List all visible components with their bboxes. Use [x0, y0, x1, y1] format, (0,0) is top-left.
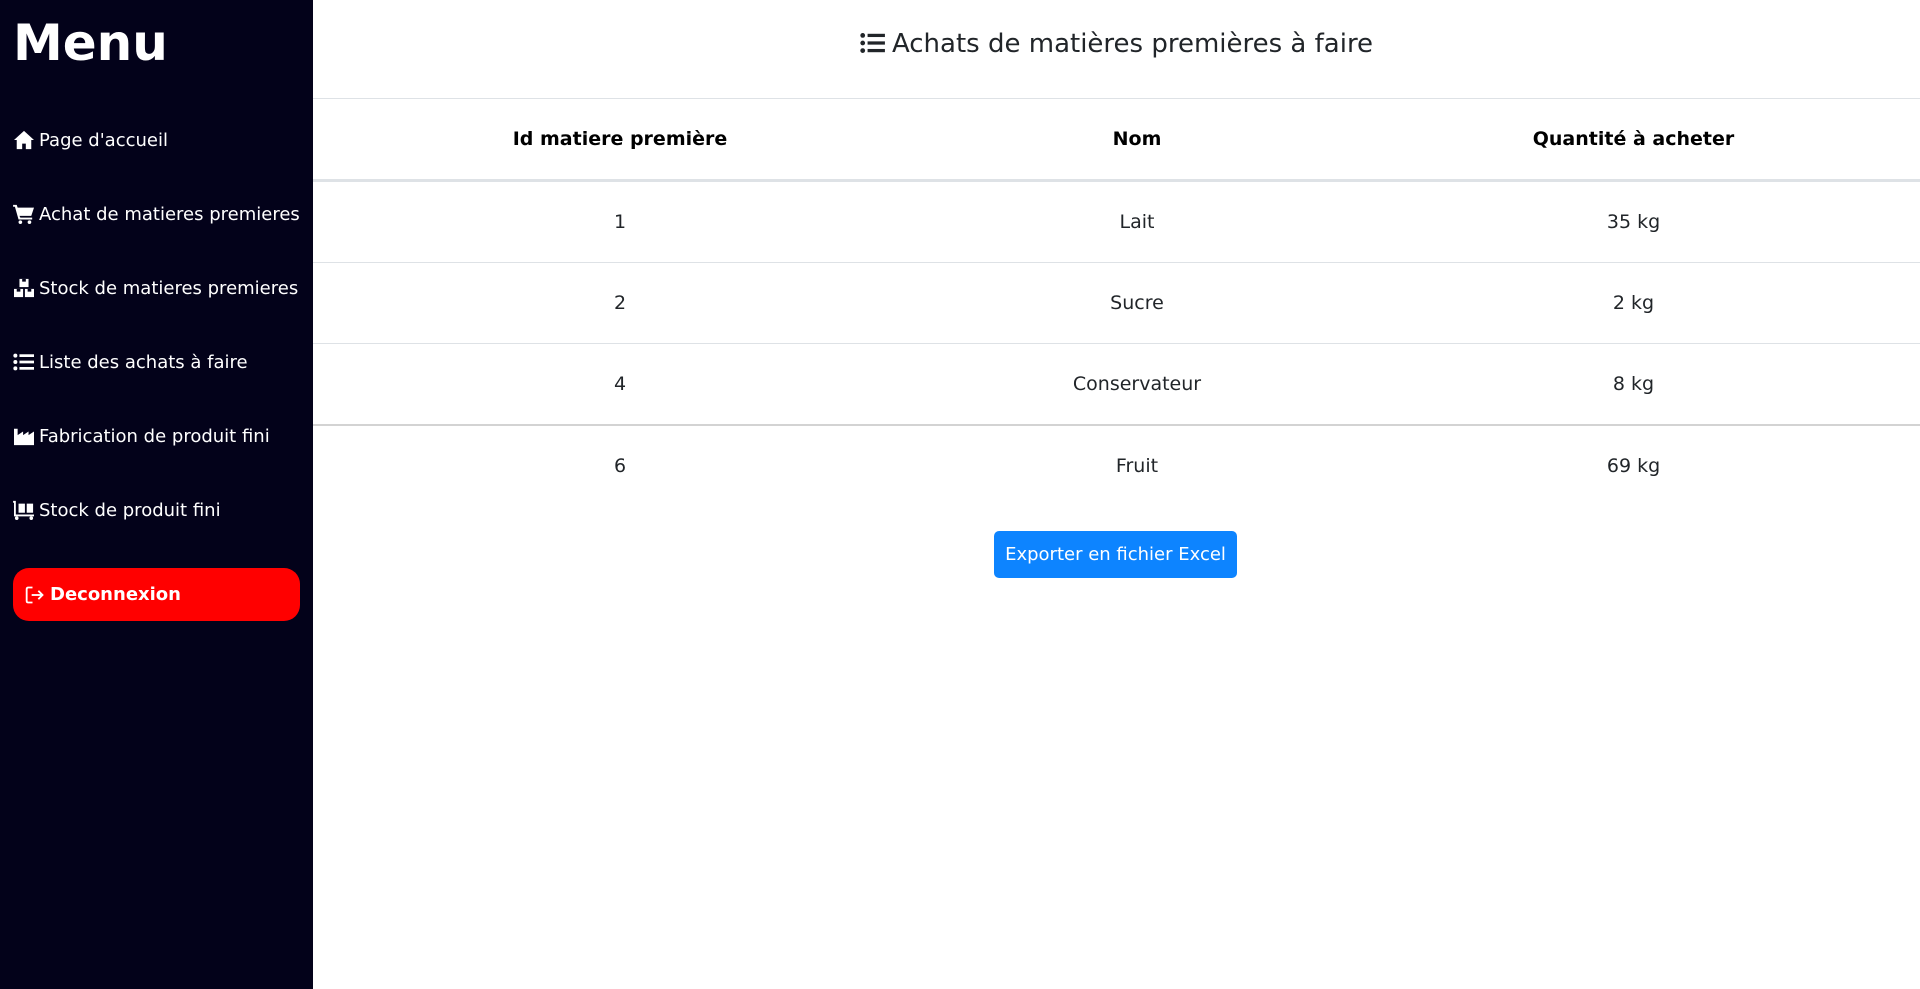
sidebar-title: Menu [13, 14, 168, 72]
sidebar-item-label: Liste des achats à faire [39, 351, 248, 373]
sidebar-item-stock-mp[interactable]: Stock de matieres premieres [13, 273, 298, 303]
cell-nom: Fruit [1115, 455, 1159, 477]
home-icon [14, 130, 34, 150]
industry-icon [14, 428, 34, 446]
page-title: Achats de matières premières à faire [313, 24, 1920, 64]
sidebar-item-label: Achat de matieres premieres [39, 203, 300, 225]
sidebar-item-liste-achats[interactable]: Liste des achats à faire [13, 347, 248, 377]
column-header-nom: Nom [927, 99, 1347, 182]
purchases-table: Id matiere première Nom Quantité à achet… [313, 99, 1920, 506]
cell-quantite: 35 kg [1347, 180, 1920, 263]
logout-button[interactable]: Deconnexion [13, 568, 300, 621]
sidebar-item-label: Fabrication de produit fini [39, 425, 270, 447]
table-row: 1 Lait 35 kg [313, 180, 1920, 263]
table-row: 2 Sucre 2 kg [313, 262, 1920, 344]
column-header-id: Id matiere première [313, 99, 927, 182]
sidebar-item-achat[interactable]: Achat de matieres premieres [13, 199, 300, 229]
cell-id: 2 [313, 262, 927, 344]
list-icon [860, 33, 885, 53]
list-icon [13, 353, 34, 371]
sidebar-item-stock-pf[interactable]: Stock de produit fini [13, 495, 221, 525]
cell-nom: Sucre [927, 262, 1347, 344]
cell-quantite: 2 kg [1347, 262, 1920, 344]
main-content: Achats de matières premières à faire Id … [313, 0, 1920, 989]
sign-out-icon [25, 586, 44, 603]
table-row: 4 Conservateur 8 kg [313, 343, 1920, 426]
cell-id: 1 [313, 180, 927, 263]
cell-quantite: 69 kg [1606, 455, 1661, 477]
cart-icon [13, 204, 35, 224]
column-header-quantite: Quantité à acheter [1347, 99, 1920, 182]
sidebar-item-label: Page d'accueil [39, 129, 168, 151]
sidebar-item-label: Stock de matieres premieres [39, 277, 299, 299]
sidebar-item-fabrication[interactable]: Fabrication de produit fini [13, 421, 270, 451]
cell-id: 6 [613, 455, 627, 477]
logout-label: Deconnexion [50, 584, 181, 605]
cell-nom: Lait [927, 180, 1347, 263]
sidebar: Menu Page d'accueil Achat de matieres pr… [0, 0, 313, 989]
table-row: 6 Fruit 69 kg [313, 425, 1920, 506]
dolly-icon [13, 500, 35, 520]
sidebar-item-home[interactable]: Page d'accueil [13, 125, 168, 155]
sidebar-item-label: Stock de produit fini [39, 499, 221, 521]
cell-quantite: 8 kg [1347, 343, 1920, 426]
cell-nom: Conservateur [927, 343, 1347, 426]
boxes-icon [14, 278, 34, 298]
export-excel-button[interactable]: Exporter en fichier Excel [994, 531, 1237, 578]
table-header-row: Id matiere première Nom Quantité à achet… [313, 99, 1920, 182]
app: Menu Page d'accueil Achat de matieres pr… [0, 0, 1920, 989]
cell-id: 4 [313, 343, 927, 426]
page-title-text: Achats de matières premières à faire [891, 29, 1374, 59]
